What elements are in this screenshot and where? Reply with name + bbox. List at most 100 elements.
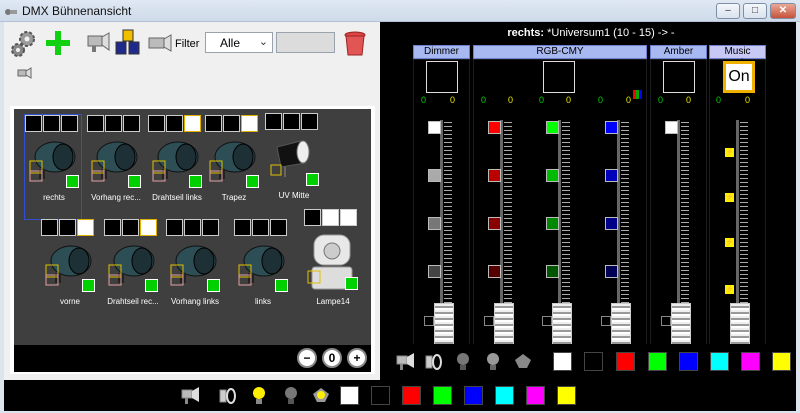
color-picker-icon[interactable] — [633, 90, 642, 99]
minimize-button[interactable]: – — [716, 3, 740, 19]
bottom-toolbar — [4, 380, 796, 411]
group-icon[interactable] — [114, 28, 142, 58]
strobe-single-icon[interactable]: ⚡ — [724, 284, 735, 295]
bulb-off-icon[interactable] — [280, 384, 302, 406]
fixture-status-indicator — [345, 277, 358, 290]
dimmer-preset-50[interactable] — [428, 217, 441, 230]
blue-preset-50[interactable] — [605, 217, 618, 230]
bulb-on-icon[interactable] — [248, 384, 270, 406]
fixture-label: Vorhang rec... — [91, 193, 141, 202]
color-red-swatch[interactable] — [402, 386, 421, 405]
rgb-preview — [543, 61, 575, 93]
strobe-fast-icon[interactable]: ⚡ — [724, 147, 735, 158]
red-preset-50[interactable] — [488, 217, 501, 230]
color-magenta-swatch[interactable] — [526, 386, 545, 405]
fixture-spot-icon[interactable] — [394, 350, 416, 372]
color-black-swatch[interactable] — [584, 352, 603, 371]
fixture-vorne[interactable]: vorne — [41, 219, 97, 323]
maximize-button[interactable]: □ — [743, 3, 767, 19]
red-fader-knob[interactable] — [494, 303, 514, 347]
strobe-slider-track[interactable] — [736, 120, 739, 328]
red-preset-25[interactable] — [488, 265, 501, 278]
green-preset-100[interactable] — [546, 121, 559, 134]
dimmer-preset-100[interactable] — [428, 121, 441, 134]
small-fixture-icon[interactable] — [16, 66, 32, 80]
dimmer-zero-marker — [424, 316, 434, 326]
moving-head-yellow-icon[interactable] — [310, 384, 332, 406]
dimmer-fader-knob[interactable] — [434, 303, 454, 347]
strobe-slow-icon[interactable]: ⚡ — [724, 237, 735, 248]
fixture-trapez[interactable]: Trapez — [205, 115, 261, 219]
blue-preset-75[interactable] — [605, 169, 618, 182]
color-cyan-swatch[interactable] — [710, 352, 729, 371]
color-green-swatch[interactable] — [648, 352, 667, 371]
fixture-links[interactable]: links — [234, 219, 290, 323]
dimmer-preset-25[interactable] — [428, 265, 441, 278]
green-scale — [562, 122, 570, 322]
color-blue-swatch[interactable] — [679, 352, 698, 371]
add-plus-icon[interactable] — [44, 28, 72, 58]
fixture-drahtseil-rechts[interactable]: Drahtseil rec... — [104, 219, 160, 323]
fixture-lampe14[interactable]: Lampe14 — [304, 209, 360, 313]
fixture-move-icon[interactable] — [145, 28, 173, 58]
fixture-rechts[interactable]: rechts — [24, 114, 82, 220]
dimmer-preset-75[interactable] — [428, 169, 441, 182]
blue-preset-25[interactable] — [605, 265, 618, 278]
fixture-spot-icon[interactable] — [82, 28, 110, 58]
green-fader-knob[interactable] — [552, 303, 572, 347]
fixture-vorhang-rechts[interactable]: Vorhang rec... — [87, 115, 143, 219]
strobe-on-button[interactable]: On — [723, 61, 755, 93]
color-green-swatch[interactable] — [433, 386, 452, 405]
color-cyan-swatch[interactable] — [495, 386, 514, 405]
strobe-medium-icon[interactable]: ⚡ — [724, 192, 735, 203]
zoom-in-button[interactable]: + — [347, 348, 367, 368]
color-black-swatch[interactable] — [371, 386, 390, 405]
red-scale — [504, 122, 512, 322]
color-white-swatch[interactable] — [340, 386, 359, 405]
stage-canvas[interactable]: rechts Vorhang rec... Drahtseil links Tr… — [14, 109, 371, 345]
blue-zero-marker — [601, 316, 611, 326]
color-white-swatch[interactable] — [553, 352, 572, 371]
color-red-swatch[interactable] — [616, 352, 635, 371]
universe-range-label: *Universum1 (10 - 15) -> - — [547, 27, 675, 39]
filter-select[interactable]: Alle ⌄ — [205, 32, 273, 53]
blue-fader-knob[interactable] — [611, 303, 631, 347]
green-preset-25[interactable] — [546, 265, 559, 278]
fixture-status-indicator — [66, 175, 79, 188]
dimmer-lamp-icon[interactable] — [422, 350, 444, 372]
green-preset-75[interactable] — [546, 169, 559, 182]
dimmer-lamp-icon[interactable] — [216, 384, 238, 406]
red-preset-100[interactable] — [488, 121, 501, 134]
strobe-percent: 0 — [745, 95, 751, 105]
fixture-vorhang-links[interactable]: Vorhang links — [166, 219, 222, 323]
fixture-uv-mitte[interactable]: UV Mitte — [265, 113, 321, 217]
strobe-fader-knob[interactable] — [730, 303, 750, 347]
amber-slider-track[interactable] — [677, 120, 680, 328]
amber-value: 0 — [658, 95, 664, 105]
zoom-reset-button[interactable]: 0 — [322, 348, 342, 368]
color-magenta-swatch[interactable] — [741, 352, 760, 371]
blue-preset-100[interactable] — [605, 121, 618, 134]
amber-preset-100[interactable] — [665, 121, 678, 134]
moving-head-small-icon[interactable] — [512, 350, 534, 372]
fixture-spot-icon[interactable] — [179, 384, 201, 406]
filter-search-input[interactable] — [276, 32, 335, 53]
green-preset-50[interactable] — [546, 217, 559, 230]
red-preset-75[interactable] — [488, 169, 501, 182]
fixture-drahtseil-links[interactable]: Drahtseil links — [148, 115, 204, 219]
bulb-off-icon[interactable] — [452, 350, 474, 372]
color-blue-swatch[interactable] — [464, 386, 483, 405]
color-yellow-swatch[interactable] — [772, 352, 791, 371]
channel-panel: rechts: *Universum1 (10 - 15) -> - Dimme… — [386, 22, 796, 380]
bulb-dim-icon[interactable] — [482, 350, 504, 372]
group-dimmer: Dimmer — [413, 45, 470, 59]
color-yellow-swatch[interactable] — [557, 386, 576, 405]
settings-gears-icon[interactable] — [10, 28, 38, 58]
trash-icon[interactable] — [344, 29, 366, 57]
close-button[interactable]: ✕ — [770, 3, 796, 19]
fixture-label: Drahtseil rec... — [107, 297, 159, 306]
fixture-label: UV Mitte — [278, 191, 310, 200]
amber-fader-knob[interactable] — [671, 303, 691, 347]
zoom-out-button[interactable]: − — [297, 348, 317, 368]
group-amber: Amber — [650, 45, 707, 59]
